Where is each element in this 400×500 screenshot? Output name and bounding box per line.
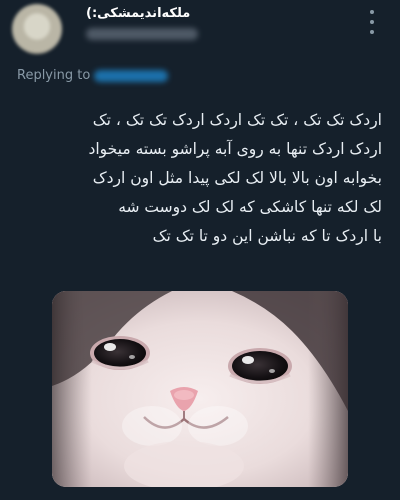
- replying-to-handle-blurred[interactable]: [94, 70, 168, 82]
- more-options-icon[interactable]: [363, 10, 381, 34]
- more-dot: [370, 20, 374, 24]
- tweet-screen: ملکه‌اندیمشکی:) Replying to اردک تک تک ،…: [0, 0, 400, 500]
- more-dot: [370, 30, 374, 34]
- tweet-header: ملکه‌اندیمشکی:): [0, 0, 400, 60]
- avatar[interactable]: [12, 4, 62, 54]
- username-blurred[interactable]: [86, 28, 198, 40]
- tweet-media-image[interactable]: [52, 291, 348, 487]
- tweet-text-line: لک لکه تنها کاشکی که لک لک دوست شه: [118, 198, 382, 216]
- display-name[interactable]: ملکه‌اندیمشکی:): [86, 6, 190, 21]
- tweet-text-line: اردک تک تک ، تک تک اردک اردک تک تک ، تک: [92, 111, 382, 129]
- tweet-text-line: بخوابه اون بالا بالا لک لکی پیدا مثل اون…: [92, 169, 382, 187]
- tweet-text: اردک تک تک ، تک تک اردک اردک تک تک ، تک …: [8, 106, 382, 251]
- more-dot: [370, 10, 374, 14]
- crying-cat-image: [52, 291, 348, 487]
- tweet-text-line: اردک اردک تنها به روی آبه پراشو بسته میخ…: [88, 140, 382, 158]
- replying-to-label: Replying to: [17, 68, 91, 83]
- tweet-text-line: با اردک تا که نباشن این دو تا تک تک: [152, 227, 382, 245]
